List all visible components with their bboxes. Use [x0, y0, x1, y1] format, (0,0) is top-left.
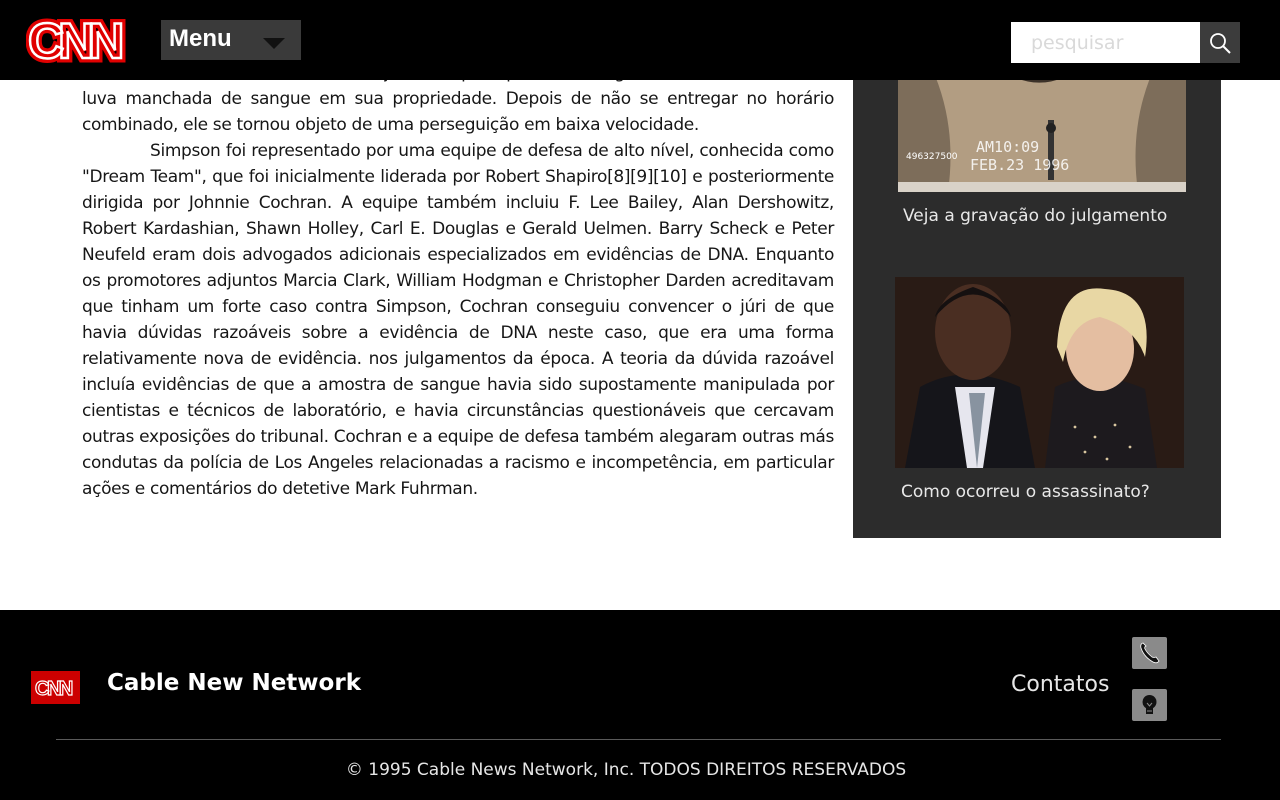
cnn-logo-outline: CNN [28, 14, 121, 66]
footer-divider [56, 739, 1221, 740]
search-icon [1210, 33, 1231, 54]
thumb-stamp-time: AM10:09 [976, 138, 1039, 156]
footer-logo-text: CNN [35, 678, 73, 700]
search-button[interactable] [1200, 22, 1240, 63]
chevron-down-icon [263, 38, 285, 49]
thumb-stamp-id: 496327500 [906, 152, 958, 162]
phone-icon[interactable] [1132, 637, 1167, 669]
lightbulb-icon[interactable] [1132, 689, 1167, 721]
contacts-label: Contatos [1011, 672, 1110, 697]
cnn-logo[interactable]: CNN CNN [24, 9, 134, 74]
copyright-text: © 1995 Cable News Network, Inc. TODOS DI… [345, 760, 907, 780]
footer-cnn-logo[interactable]: CNN [31, 671, 80, 704]
thumb-stamp-date: FEB.23 1996 [970, 156, 1069, 174]
article-paragraph: Simpson foi representado por uma equipe … [82, 141, 834, 499]
trial-recording-link[interactable]: Veja a gravação do julgamento [903, 206, 1167, 226]
article-body: acusado dos assassinatos em 17 de junho,… [82, 60, 834, 502]
menu-label: Menu [169, 25, 232, 52]
murder-story-thumbnail[interactable] [895, 277, 1184, 468]
footer-brand-name: Cable New Network [107, 670, 361, 696]
site-header: CNN CNN Menu [0, 0, 1280, 80]
search-input[interactable] [1011, 22, 1200, 63]
murder-story-link[interactable]: Como ocorreu o assassinato? [901, 482, 1150, 502]
menu-button[interactable]: Menu [161, 20, 301, 60]
site-footer: CNN Cable New Network Contatos © 1995 Ca… [0, 610, 1280, 800]
